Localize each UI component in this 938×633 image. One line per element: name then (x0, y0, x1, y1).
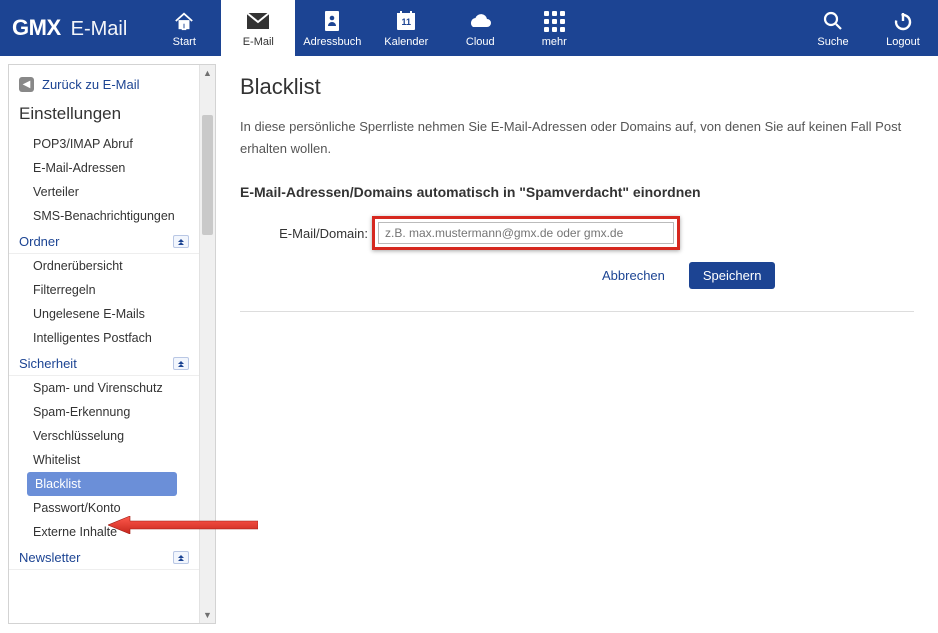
more-icon (544, 8, 565, 34)
sidebar-item-overview[interactable]: Ordnerübersicht (9, 254, 199, 278)
sidebar-item-whitelist[interactable]: Whitelist (9, 448, 199, 472)
divider (240, 311, 914, 312)
sidebar-scrollbar[interactable]: ▲ ▼ (199, 65, 215, 623)
sidebar-item-sms[interactable]: SMS-Benachrichtigungen (9, 204, 199, 228)
nav-label: Suche (817, 36, 848, 48)
annotation-arrow-icon (108, 516, 258, 534)
cloud-icon (467, 8, 493, 34)
collapse-icon (173, 551, 189, 564)
sidebar-item-pop3[interactable]: POP3/IMAP Abruf (9, 132, 199, 156)
back-label: Zurück zu E-Mail (42, 77, 140, 92)
nav-label: Cloud (466, 36, 495, 48)
chevron-left-icon: ◀ (19, 77, 34, 92)
nav-email[interactable]: E-Mail (221, 0, 295, 56)
page-title: Blacklist (240, 74, 914, 100)
group-label: Newsletter (19, 550, 80, 565)
nav-label: Kalender (384, 36, 428, 48)
calendar-day: 11 (395, 17, 417, 27)
email-domain-row: E-Mail/Domain: (240, 216, 914, 250)
sidebar-item-verteiler[interactable]: Verteiler (9, 180, 199, 204)
nav-more[interactable]: mehr (517, 0, 591, 56)
scroll-up-icon[interactable]: ▲ (200, 65, 215, 81)
sidebar-item-spamvirus[interactable]: Spam- und Virenschutz (9, 376, 199, 400)
group-label: Sicherheit (19, 356, 77, 371)
input-highlight (372, 216, 680, 250)
nav-logout[interactable]: Logout (868, 0, 938, 56)
nav-cloud[interactable]: Cloud (443, 0, 517, 56)
settings-sidebar: ◀ Zurück zu E-Mail Einstellungen POP3/IM… (8, 64, 216, 624)
nav-addressbook[interactable]: Adressbuch (295, 0, 369, 56)
nav-items: Start E-Mail Adressbuch 11 Kalender (147, 0, 591, 56)
sidebar-item-encrypt[interactable]: Verschlüsselung (9, 424, 199, 448)
scroll-thumb[interactable] (202, 115, 213, 235)
nav-calendar[interactable]: 11 Kalender (369, 0, 443, 56)
sidebar-item-spamdetect[interactable]: Spam-Erkennung (9, 400, 199, 424)
brand-logo: GMX (12, 15, 61, 41)
nav-label: Logout (886, 36, 920, 48)
back-to-email-link[interactable]: ◀ Zurück zu E-Mail (9, 71, 199, 98)
sidebar-title: Einstellungen (9, 98, 199, 132)
scroll-down-icon[interactable]: ▼ (200, 607, 215, 623)
save-button[interactable]: Speichern (689, 262, 776, 289)
form-actions: Abbrechen Speichern (240, 262, 914, 289)
nav-label: E-Mail (243, 36, 274, 48)
brand-product: E-Mail (71, 18, 128, 41)
top-nav: GMX E-Mail Start E-Mail Adressbuch 11 (0, 0, 938, 56)
sidebar-group-security[interactable]: Sicherheit (9, 350, 199, 376)
nav-label: Start (173, 36, 196, 48)
main-panel: Blacklist In diese persönliche Sperrlist… (216, 56, 938, 633)
nav-label: mehr (542, 36, 567, 48)
sidebar-item-filter[interactable]: Filterregeln (9, 278, 199, 302)
nav-label: Adressbuch (303, 36, 361, 48)
collapse-icon (173, 357, 189, 370)
email-domain-input[interactable] (378, 222, 674, 244)
group-label: Ordner (19, 234, 59, 249)
sidebar-item-addresses[interactable]: E-Mail-Adressen (9, 156, 199, 180)
nav-start[interactable]: Start (147, 0, 221, 56)
home-icon (173, 8, 195, 34)
cancel-button[interactable]: Abbrechen (602, 268, 665, 283)
brand: GMX E-Mail (0, 15, 143, 41)
sidebar-item-smart[interactable]: Intelligentes Postfach (9, 326, 199, 350)
search-icon (823, 8, 843, 34)
email-domain-label: E-Mail/Domain: (240, 226, 368, 241)
sidebar-item-unread[interactable]: Ungelesene E-Mails (9, 302, 199, 326)
calendar-icon: 11 (395, 8, 417, 34)
sidebar-group-newsletter[interactable]: Newsletter (9, 544, 199, 570)
power-icon (893, 8, 913, 34)
mail-icon (246, 8, 270, 34)
sidebar-group-ordner[interactable]: Ordner (9, 228, 199, 254)
addressbook-icon (321, 8, 343, 34)
sidebar-item-blacklist[interactable]: Blacklist (27, 472, 177, 496)
collapse-icon (173, 235, 189, 248)
nav-search[interactable]: Suche (798, 0, 868, 56)
page-description: In diese persönliche Sperrliste nehmen S… (240, 116, 914, 160)
section-heading: E-Mail-Adressen/Domains automatisch in "… (240, 184, 914, 200)
nav-right: Suche Logout (798, 0, 938, 56)
